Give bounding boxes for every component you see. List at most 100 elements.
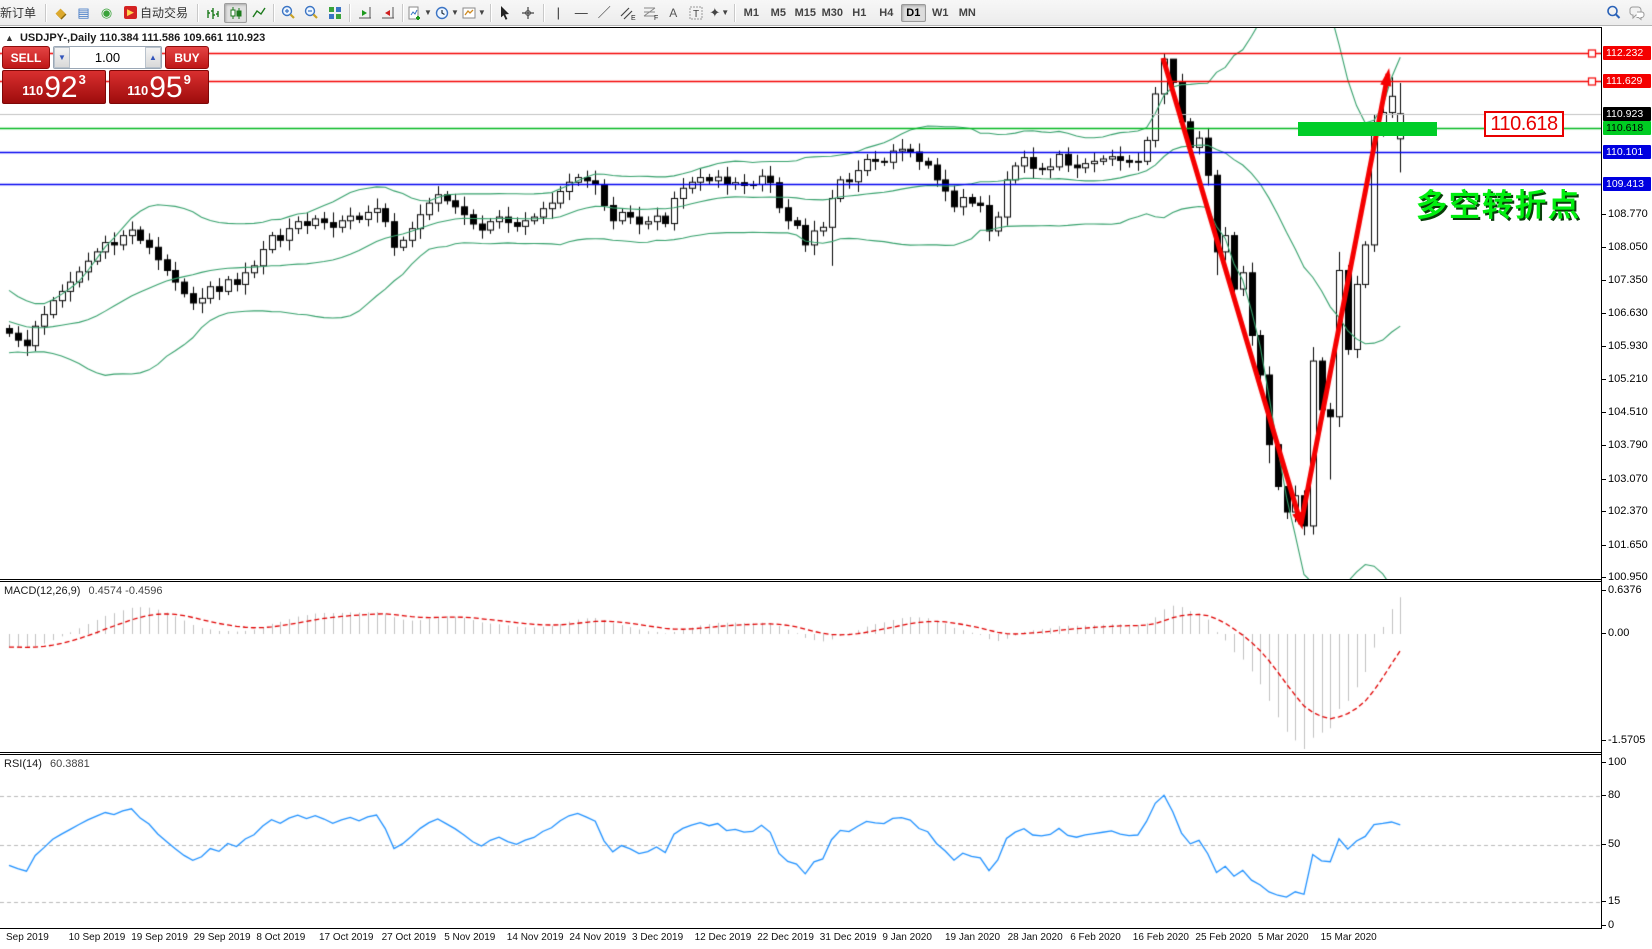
rsi-tick-label: 100 xyxy=(1608,756,1627,768)
macd-canvas[interactable] xyxy=(0,583,1601,753)
time-axis[interactable]: Sep 2019 10 Sep 2019 19 Sep 2019 29 Sep 201… xyxy=(0,929,1601,949)
axis-tick xyxy=(1602,633,1606,634)
zoom-out-icon xyxy=(304,5,318,19)
timeframe-h1[interactable]: H1 xyxy=(847,4,872,22)
separator xyxy=(542,3,544,22)
auto-scroll-button[interactable] xyxy=(353,3,376,23)
sell-button[interactable]: SELL xyxy=(2,46,50,69)
separator xyxy=(273,3,275,22)
text-button[interactable]: A xyxy=(662,3,685,23)
line-chart-icon xyxy=(251,7,266,17)
chart-shift-button[interactable] xyxy=(376,3,399,23)
tile-windows-button[interactable] xyxy=(323,3,346,23)
arrows-button[interactable]: ✦ ▼ xyxy=(708,3,731,23)
zoom-in-button[interactable] xyxy=(277,3,300,23)
horizontal-line-button[interactable]: — xyxy=(570,3,593,23)
vertical-line-icon: | xyxy=(556,5,560,20)
date-label: Sep 2019 xyxy=(6,932,49,943)
price-callout-label[interactable]: 110.618 xyxy=(1484,111,1564,137)
timeframe-h4[interactable]: H4 xyxy=(874,4,899,22)
price-tick-label: 106.630 xyxy=(1608,307,1648,320)
volume-decrease-button[interactable]: ▼ xyxy=(54,47,70,68)
search-button[interactable] xyxy=(1602,3,1625,23)
text-label-button[interactable]: T xyxy=(685,3,708,23)
new-order-label: 新订单 xyxy=(0,6,37,20)
price-tick-label: 107.350 xyxy=(1608,273,1648,286)
volume-increase-button[interactable]: ▲ xyxy=(145,47,161,68)
indicators-icon xyxy=(408,6,421,20)
zoom-out-button[interactable] xyxy=(300,3,323,23)
indicators-button[interactable]: ▼ xyxy=(406,3,433,23)
chat-button[interactable] xyxy=(1625,3,1648,23)
crosshair-icon xyxy=(522,6,535,19)
separator xyxy=(349,3,351,22)
timeframe-m30[interactable]: M30 xyxy=(820,4,845,22)
chevron-up-icon: ▲ xyxy=(149,53,157,62)
autotrading-button[interactable]: ▶ 自动交易 xyxy=(118,3,194,23)
timeframe-group: M1 M5 M15 M30 H1 H4 D1 W1 MN xyxy=(738,3,981,22)
date-label: 22 Dec 2019 xyxy=(757,932,814,943)
separator xyxy=(733,3,735,22)
new-order-button[interactable]: 新订单 xyxy=(0,3,42,23)
trendline-button[interactable]: ／ xyxy=(593,3,616,23)
crosshair-button[interactable] xyxy=(517,3,540,23)
timeframe-m1[interactable]: M1 xyxy=(739,4,764,22)
bar-chart-button[interactable] xyxy=(201,3,224,23)
date-label: 14 Nov 2019 xyxy=(506,932,564,943)
timeframe-m5[interactable]: M5 xyxy=(766,4,791,22)
main-chart-pane[interactable]: ▲ USDJPY-,Daily 110.384 111.586 109.661 … xyxy=(0,27,1601,580)
axis-tick xyxy=(1602,445,1606,447)
price-badge: 110.923 xyxy=(1603,106,1651,121)
macd-pane[interactable]: MACD(12,26,9) 0.4574 -0.4596 xyxy=(0,581,1601,753)
periods-button[interactable]: ▼ xyxy=(433,3,460,23)
axis-tick xyxy=(1602,379,1606,381)
templates-icon xyxy=(462,7,476,18)
rsi-pane[interactable]: RSI(14) 60.3881 xyxy=(0,754,1601,929)
chinese-annotation-text: 多空转折点 xyxy=(1416,188,1581,223)
separator xyxy=(489,3,491,22)
date-label: 31 Dec 2019 xyxy=(819,932,877,943)
candlestick-button[interactable] xyxy=(224,2,248,23)
main-chart-canvas[interactable] xyxy=(0,28,1601,579)
price-badge: 111.629 xyxy=(1603,74,1651,88)
market-watch-icon: ◆ xyxy=(55,5,66,20)
axis-tick xyxy=(1602,313,1606,315)
cursor-button[interactable] xyxy=(494,3,517,23)
chinese-annotation[interactable]: 多空转折点 xyxy=(1416,180,1581,225)
date-label: 25 Feb 2020 xyxy=(1195,932,1252,943)
toolbar: 新订单 ◆ ▤ ◉ ▶ 自动交易 ▼ ▼ ▼ | — ／ E F A T ✦ ▼… xyxy=(0,0,1652,26)
tile-windows-icon xyxy=(328,6,341,19)
chevron-down-icon: ▼ xyxy=(424,8,432,17)
volume-input[interactable] xyxy=(70,47,145,68)
rsi-name: RSI(14) xyxy=(4,758,42,770)
rsi-tick-label: 15 xyxy=(1608,894,1621,907)
price-badge: 112.232 xyxy=(1603,46,1651,60)
text-label-icon: T xyxy=(689,6,703,20)
price-tick-label: 108.770 xyxy=(1608,207,1648,220)
channel-icon: E xyxy=(620,7,636,21)
highlight-zone[interactable] xyxy=(1298,122,1437,136)
market-watch-button[interactable]: ◆ xyxy=(49,3,72,23)
price-axis[interactable]: 112.232 111.629 110.923 110.618 110.101 109.4… xyxy=(1601,27,1652,931)
templates-button[interactable]: ▼ xyxy=(460,3,487,23)
navigator-button[interactable]: ◉ xyxy=(95,3,118,23)
timeframe-d1[interactable]: D1 xyxy=(900,3,926,22)
data-window-button[interactable]: ▤ xyxy=(72,3,95,23)
buy-button[interactable]: BUY xyxy=(165,46,209,69)
autotrading-icon: ▶ xyxy=(124,6,138,19)
channel-button[interactable]: E xyxy=(616,3,639,23)
date-label: 12 Dec 2019 xyxy=(694,932,752,943)
timeframe-mn[interactable]: MN xyxy=(955,4,980,22)
zoom-in-icon xyxy=(281,5,295,19)
fibonacci-button[interactable]: F xyxy=(639,3,662,23)
macd-label: MACD(12,26,9) 0.4574 -0.4596 xyxy=(4,585,163,597)
sell-price-display[interactable]: 110 92 3 xyxy=(2,70,106,104)
timeframe-m15[interactable]: M15 xyxy=(793,4,818,22)
buy-price-display[interactable]: 110 95 9 xyxy=(109,70,209,104)
timeframe-w1[interactable]: W1 xyxy=(928,4,953,22)
rsi-canvas[interactable] xyxy=(0,756,1601,929)
vertical-line-button[interactable]: | xyxy=(547,3,570,23)
date-label: 28 Jan 2020 xyxy=(1007,932,1063,943)
rsi-tick-label: 80 xyxy=(1608,788,1621,801)
line-chart-button[interactable] xyxy=(247,3,270,23)
